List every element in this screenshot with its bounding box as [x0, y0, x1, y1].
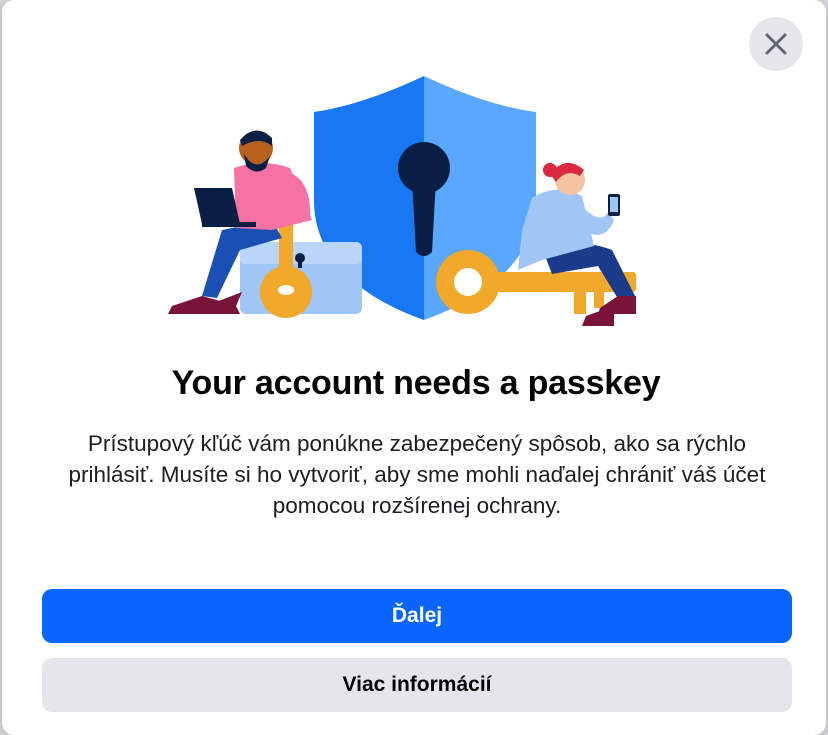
close-icon: [765, 33, 787, 55]
learn-more-button[interactable]: Viac informácií: [42, 658, 792, 712]
dialog-title: Your account needs a passkey: [171, 364, 661, 402]
passkey-illustration: [168, 76, 636, 326]
continue-button[interactable]: Ďalej: [42, 589, 792, 643]
learn-more-button-label: Viac informácií: [342, 673, 492, 696]
close-button[interactable]: [749, 17, 803, 71]
continue-button-label: Ďalej: [391, 604, 443, 627]
passkey-dialog: Your account needs a passkey Prístupový …: [2, 0, 826, 735]
dialog-description: Prístupový kľúč vám ponúkne zabezpečený …: [68, 431, 766, 518]
